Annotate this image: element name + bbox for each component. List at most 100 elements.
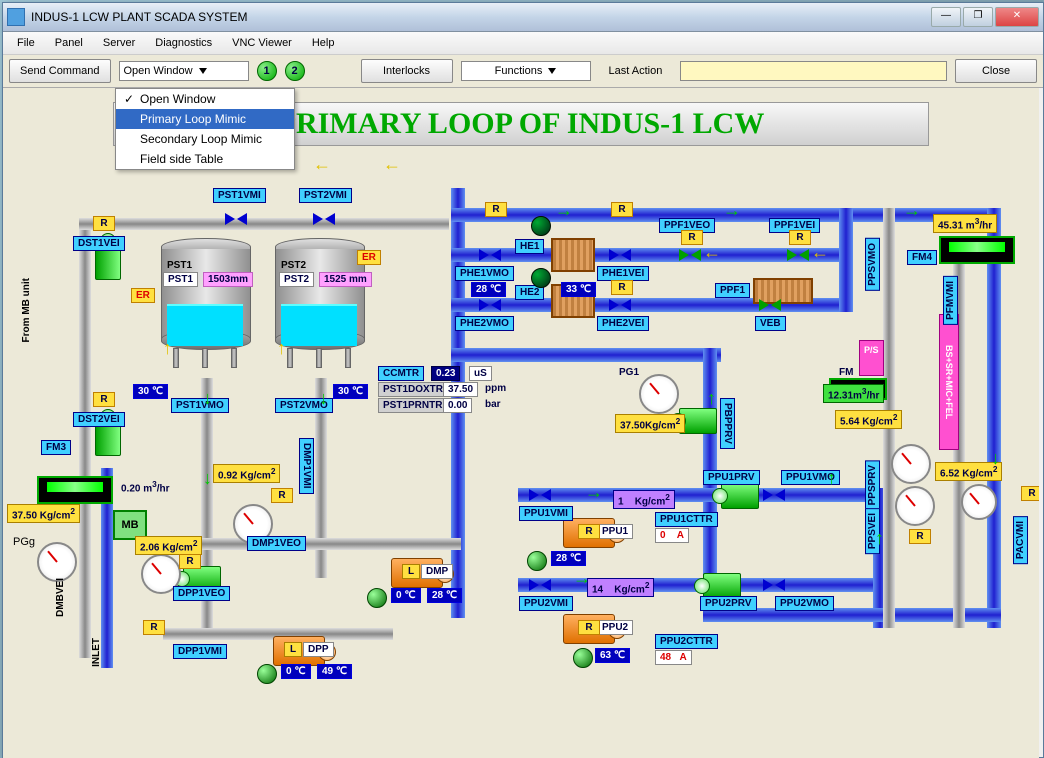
valve bbox=[759, 296, 781, 314]
menu-panel[interactable]: Panel bbox=[47, 35, 91, 51]
he1-label: HE1 bbox=[515, 239, 544, 254]
pipe bbox=[79, 218, 91, 658]
fm3-meter bbox=[37, 476, 113, 504]
arrow: ← bbox=[383, 154, 401, 175]
ppu2-r: R bbox=[578, 620, 600, 635]
maximize-button[interactable]: ❐ bbox=[963, 7, 993, 27]
r3: R bbox=[611, 202, 633, 217]
pipe bbox=[451, 348, 721, 362]
arrow: ↓ bbox=[203, 388, 212, 409]
open-window-dropdown[interactable]: Open Window Primary Loop Mimic Secondary… bbox=[115, 88, 295, 170]
r12: R bbox=[1021, 486, 1039, 501]
minimize-button[interactable]: — bbox=[931, 7, 961, 27]
dpp-l: L bbox=[284, 642, 302, 657]
menu-diagnostics[interactable]: Diagnostics bbox=[147, 35, 220, 51]
close-window-button[interactable]: ✕ bbox=[995, 7, 1039, 27]
phe2vmo-tag: PHE2VMO bbox=[455, 316, 514, 331]
ppu2vmo-tag: PPU2VMO bbox=[775, 596, 834, 611]
ppu2vmi-tag: PPU2VMI bbox=[519, 596, 573, 611]
dropdown-item-primary[interactable]: Primary Loop Mimic bbox=[116, 109, 294, 129]
r1: R bbox=[93, 216, 115, 231]
ccmtr-v: 0.23 bbox=[431, 366, 460, 381]
ppsprv-tag: PPSPRV bbox=[865, 460, 880, 510]
menubar: File Panel Server Diagnostics VNC Viewer… bbox=[3, 32, 1043, 55]
phe1vmo-tag: PHE1VMO bbox=[455, 266, 514, 281]
interlocks-button[interactable]: Interlocks bbox=[361, 59, 453, 83]
dmp-l: L bbox=[402, 564, 420, 579]
prn-lbl: PST1PRNTR bbox=[378, 398, 447, 413]
open-window-combo[interactable]: Open Window bbox=[119, 61, 249, 81]
pst1-mm: 1503mm bbox=[203, 272, 253, 287]
ppu1cttr-tag: PPU1CTTR bbox=[655, 512, 718, 527]
ppu1vmi-tag: PPU1VMI bbox=[519, 506, 573, 521]
frommb-tag: From MB unit bbox=[21, 278, 32, 342]
kg375b: 37.50Kg/cm2 bbox=[615, 414, 685, 433]
r4: R bbox=[681, 230, 703, 245]
pipe bbox=[839, 208, 853, 312]
phe2vei-tag: PHE2VEI bbox=[597, 316, 649, 331]
dmp1veo-tag: DMP1VEO bbox=[247, 536, 306, 551]
pst1vmo-tag: PST1VMO bbox=[171, 398, 229, 413]
ppu2prv-tag: PPU2PRV bbox=[700, 596, 757, 611]
fm4-tag: FM4 bbox=[907, 250, 937, 265]
pst2-mm: 1525 mm bbox=[319, 272, 372, 287]
fm3-tag: FM3 bbox=[41, 440, 71, 455]
t28: 28 ℃ bbox=[471, 282, 506, 297]
dst2vei-tag: DST2VEI bbox=[73, 412, 125, 427]
fm4-meter bbox=[939, 236, 1015, 264]
valve bbox=[479, 246, 501, 264]
dropdown-item-secondary[interactable]: Secondary Loop Mimic bbox=[116, 129, 294, 149]
fm-v: 12.31m3/hr bbox=[823, 384, 884, 403]
t63: 63 ℃ bbox=[595, 648, 630, 663]
led-ppu2 bbox=[573, 648, 593, 668]
dmp-label: DMP bbox=[421, 564, 453, 579]
titlebar: INDUS-1 LCW PLANT SCADA SYSTEM — ❐ ✕ bbox=[3, 3, 1043, 32]
arrow: → bbox=[555, 200, 573, 221]
arrow: ← bbox=[703, 242, 721, 263]
arrow: ← bbox=[811, 242, 829, 263]
r7: R bbox=[611, 280, 633, 295]
r11: R bbox=[909, 529, 931, 544]
tank-pst1: PST1 bbox=[161, 238, 249, 368]
close-button[interactable]: Close bbox=[955, 59, 1037, 83]
phe1vei-tag: PHE1VEI bbox=[597, 266, 649, 281]
ccmtr-lbl: CCMTR bbox=[378, 366, 424, 381]
valve bbox=[529, 576, 551, 594]
t49: 49 ℃ bbox=[317, 664, 352, 679]
menu-file[interactable]: File bbox=[9, 35, 43, 51]
arrow: ↑ bbox=[875, 528, 884, 549]
last-action-label: Last Action bbox=[599, 65, 673, 77]
arrow: → bbox=[573, 568, 591, 589]
prn-u: bar bbox=[481, 398, 505, 411]
dropdown-item-open[interactable]: Open Window bbox=[116, 89, 294, 109]
dpp1vmi-tag: DPP1VMI bbox=[173, 644, 227, 659]
kg375: 37.50 Kg/cm2 bbox=[7, 504, 80, 523]
r5: R bbox=[789, 230, 811, 245]
menu-server[interactable]: Server bbox=[95, 35, 143, 51]
gauge-r2 bbox=[895, 486, 935, 526]
he1 bbox=[551, 238, 595, 272]
pump-ppu1prv bbox=[721, 483, 759, 509]
dox-v: 37.50 bbox=[443, 382, 478, 397]
menu-help[interactable]: Help bbox=[304, 35, 343, 51]
arrow: ↓ bbox=[991, 448, 1000, 469]
menu-vncviewer[interactable]: VNC Viewer bbox=[224, 35, 300, 51]
app-icon bbox=[7, 8, 25, 26]
functions-combo[interactable]: Functions bbox=[461, 61, 591, 81]
send-command-button[interactable]: Send Command bbox=[9, 59, 111, 83]
fm3-v: 0.20 m3/hr bbox=[117, 478, 174, 495]
pipe bbox=[79, 218, 449, 230]
t28c: 28 ℃ bbox=[427, 588, 462, 603]
ccmtr-u: uS bbox=[469, 366, 492, 381]
valve bbox=[679, 246, 701, 264]
tank-pst2: PST2 bbox=[275, 238, 363, 368]
dropdown-item-fieldside[interactable]: Field side Table bbox=[116, 149, 294, 169]
last-action-field[interactable] bbox=[680, 61, 947, 81]
gauge-r3 bbox=[961, 484, 997, 520]
pst1-box: PST1 bbox=[163, 272, 198, 287]
pgg-tag: PGg bbox=[13, 536, 35, 548]
ppu2-label: PPU2 bbox=[597, 620, 633, 635]
t0b: 0 ℃ bbox=[281, 664, 311, 679]
r2: R bbox=[93, 392, 115, 407]
indicator-2: 2 bbox=[285, 61, 305, 81]
